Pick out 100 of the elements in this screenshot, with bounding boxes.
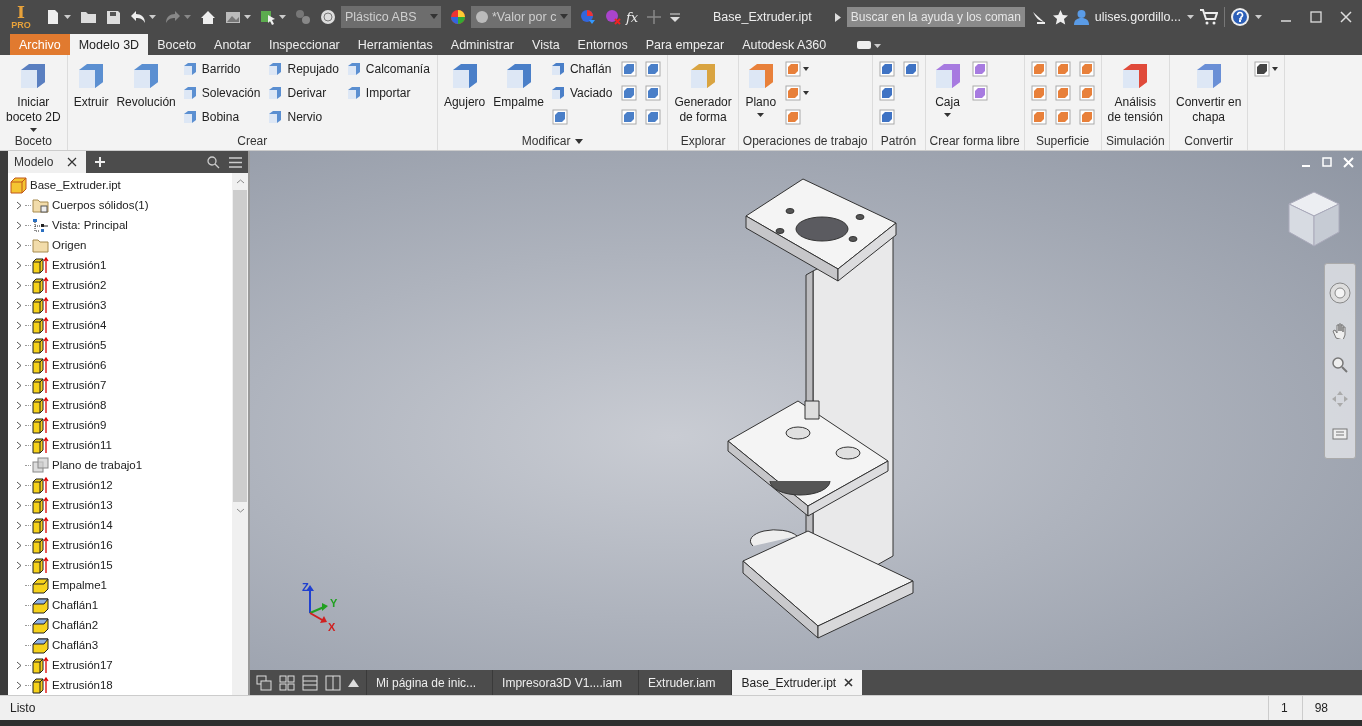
tree-item[interactable]: Extrusión14	[52, 519, 113, 531]
scrollbar-thumb[interactable]	[233, 190, 247, 502]
ribbon-tool[interactable]: Bobina	[181, 106, 264, 128]
expand-chevron-icon[interactable]	[16, 660, 22, 670]
ribbon-icon-button[interactable]	[619, 58, 640, 80]
new-file-icon[interactable]	[45, 9, 61, 25]
expand-chevron-icon[interactable]	[16, 320, 22, 330]
panel-title[interactable]: Operaciones de trabajo	[738, 132, 872, 150]
tree-item[interactable]: Extrusión15	[52, 559, 113, 571]
tree-item[interactable]: Base_Extruder.ipt	[10, 175, 232, 195]
panel-toggle-icon[interactable]	[857, 40, 882, 49]
document-tab[interactable]: Base_Extruder.ipt	[731, 670, 863, 695]
select-icon[interactable]	[260, 9, 276, 25]
hand-pan-icon[interactable]	[1332, 322, 1348, 339]
satellite-icon[interactable]	[1030, 9, 1047, 25]
cart-icon[interactable]	[1200, 9, 1218, 25]
user-menu[interactable]: ulises.gordillo...	[1094, 10, 1181, 24]
tab-list-icon[interactable]	[348, 678, 359, 687]
model-browser-tab[interactable]: Modelo	[8, 151, 87, 173]
panel-title[interactable]: Simulación	[1101, 132, 1169, 150]
caret-icon[interactable]	[802, 67, 809, 71]
ribbon-icon-button[interactable]	[876, 106, 897, 128]
ribbon-icon-button[interactable]	[643, 58, 664, 80]
tree-item[interactable]: Extrusión11	[52, 439, 112, 451]
caret-icon[interactable]	[1187, 15, 1194, 19]
expand-chevron-icon[interactable]	[16, 300, 22, 310]
expand-chevron-icon[interactable]	[16, 480, 22, 490]
ribbon-tool[interactable]: Importar	[345, 82, 433, 104]
ribbon-tab[interactable]: Autodesk A360	[733, 34, 836, 55]
color-filter-icon[interactable]	[580, 9, 596, 25]
close-icon[interactable]	[67, 157, 78, 167]
ribbon-tool[interactable]: Solevación	[181, 82, 264, 104]
expand-chevron-icon[interactable]	[16, 520, 22, 530]
folder-icon[interactable]	[80, 10, 97, 24]
scroll-up-icon[interactable]	[235, 179, 245, 184]
panel-title[interactable]: Boceto	[0, 132, 67, 150]
ribbon-tool[interactable]: Derivar	[267, 82, 342, 104]
ribbon-large-tool[interactable]: Agujero	[441, 58, 488, 110]
tree-item[interactable]: Extrusión7	[52, 379, 107, 391]
expand-chevron-icon[interactable]	[16, 280, 22, 290]
ribbon-large-tool[interactable]: Generador de forma	[672, 58, 734, 125]
ribbon-tool[interactable]: Repujado	[267, 58, 342, 80]
tree-item[interactable]: Extrusión3	[52, 299, 107, 311]
caret-icon[interactable]	[1272, 67, 1279, 71]
expand-chevron-icon[interactable]	[16, 500, 22, 510]
viewport-controls-icon[interactable]	[1302, 157, 1354, 168]
expand-chevron-icon[interactable]	[16, 540, 22, 550]
panel-title[interactable]: Explorar	[668, 132, 738, 150]
ribbon-large-tool[interactable]: Revolución	[114, 58, 178, 110]
tree-item[interactable]: Cuerpos sólidos(1)	[52, 199, 149, 211]
ribbon-icon-button[interactable]	[619, 106, 640, 128]
ribbon-icon-button[interactable]	[643, 82, 664, 104]
tree-item[interactable]: Extrusión6	[52, 359, 107, 371]
tree-item[interactable]: Vista: Principal	[52, 219, 128, 231]
expand-chevron-icon[interactable]	[16, 380, 22, 390]
ribbon-large-tool[interactable]: Empalme	[491, 58, 546, 110]
cascade-windows-icon[interactable]	[256, 674, 272, 691]
caret-icon[interactable]	[575, 138, 584, 144]
caret-icon[interactable]	[64, 15, 71, 19]
tree-item[interactable]: Extrusión1	[52, 259, 107, 271]
ribbon-large-tool[interactable]: Extruir	[71, 58, 111, 110]
color-wheel-icon[interactable]	[450, 9, 466, 25]
ribbon-icon-button[interactable]	[1252, 58, 1281, 80]
customize-menu-icon[interactable]	[670, 12, 681, 22]
ribbon-icon-button[interactable]	[876, 82, 897, 104]
caret-icon[interactable]	[802, 91, 809, 95]
tree-item[interactable]: Extrusión13	[52, 499, 113, 511]
ribbon-tab[interactable]: Vista	[523, 34, 569, 55]
caret-icon[interactable]	[279, 15, 286, 19]
maximize-icon[interactable]	[1310, 11, 1322, 23]
expand-chevron-icon[interactable]	[16, 220, 22, 230]
caret-icon[interactable]	[149, 15, 156, 19]
expand-chevron-icon[interactable]	[16, 360, 22, 370]
tree-item[interactable]: Empalme1	[52, 579, 107, 591]
user-icon[interactable]	[1073, 9, 1089, 25]
app-logo[interactable]: I PRO	[6, 2, 36, 32]
scroll-down-icon[interactable]	[235, 508, 245, 513]
tree-item[interactable]: Extrusión18	[52, 679, 113, 691]
expand-chevron-icon[interactable]	[16, 680, 22, 690]
tile-vertical-icon[interactable]	[325, 674, 341, 691]
zoom-icon[interactable]	[1332, 357, 1348, 373]
caret-icon[interactable]	[244, 15, 251, 19]
tree-item[interactable]: Chaflán1	[52, 599, 99, 611]
tree-item[interactable]: Extrusión5	[52, 339, 107, 351]
formula-button[interactable]: fx	[626, 9, 639, 25]
ribbon-tab[interactable]: Entornos	[568, 34, 637, 55]
ribbon-tool[interactable]: Nervio	[267, 106, 342, 128]
ribbon-large-tool[interactable]: Plano	[742, 58, 779, 117]
plus-icon[interactable]	[95, 157, 106, 167]
expand-chevron-icon[interactable]	[16, 200, 22, 210]
ribbon-tab[interactable]: Herramientas	[348, 34, 442, 55]
undo-icon[interactable]	[130, 10, 146, 24]
ribbon-large-tool[interactable]: Análisis de tensión	[1105, 58, 1165, 125]
expand-chevron-icon[interactable]	[16, 340, 22, 350]
ribbon-tab[interactable]: Para empezar	[636, 34, 734, 55]
tile-horizontal-icon[interactable]	[302, 674, 318, 691]
search-field[interactable]: Buscar en la ayuda y los coman	[846, 7, 1025, 27]
tree-item[interactable]: Chaflán2	[52, 619, 99, 631]
ribbon-tab[interactable]: Administrar	[441, 34, 524, 55]
ribbon-icon-button[interactable]	[900, 58, 921, 80]
